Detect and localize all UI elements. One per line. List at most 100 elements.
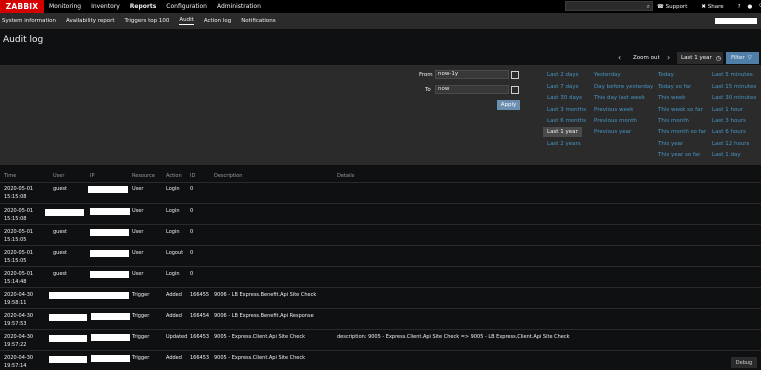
subnav-action-log[interactable]: Action log xyxy=(204,18,231,24)
row-id: 0 xyxy=(190,250,194,256)
nav-inventory[interactable]: Inventory xyxy=(91,3,120,10)
quick-last-3-months[interactable]: Last 3 months xyxy=(547,107,586,113)
row-resource: User xyxy=(132,250,144,256)
top-bar: ZABBIX Monitoring Inventory Reports Conf… xyxy=(0,0,761,13)
filter-tab[interactable]: Filter ▽ xyxy=(726,52,759,64)
quick-day-before-yesterday[interactable]: Day before yesterday xyxy=(594,84,653,90)
row-time: 15:15:05 xyxy=(4,258,27,264)
to-input[interactable]: now xyxy=(435,85,509,94)
quick-this-day-last-week[interactable]: This day last week xyxy=(594,95,645,101)
help-icon[interactable]: ? xyxy=(738,4,741,10)
quick-this-year-so-far[interactable]: This year so far xyxy=(658,152,701,158)
quick-last-6-hours[interactable]: Last 6 hours xyxy=(712,129,746,135)
page-title: Audit log xyxy=(3,35,44,45)
clock-icon: ◷ xyxy=(715,54,721,62)
nav-configuration[interactable]: Configuration xyxy=(166,3,207,10)
redacted-ip xyxy=(91,355,130,362)
quick-last-12-hours[interactable]: Last 12 hours xyxy=(712,141,749,147)
row-action: Added xyxy=(166,355,182,361)
quick-this-month[interactable]: This month xyxy=(658,118,689,124)
quick-last-1-year[interactable]: Last 1 year xyxy=(543,127,582,137)
quick-this-week[interactable]: This week xyxy=(658,95,685,101)
quick-last-6-months[interactable]: Last 6 months xyxy=(547,118,586,124)
column-id: ID xyxy=(190,173,196,179)
filter-label: Filter xyxy=(731,55,745,61)
quick-last-30-minutes[interactable]: Last 30 minutes xyxy=(712,95,756,101)
quick-last-5-minutes[interactable]: Last 5 minutes xyxy=(712,72,753,78)
row-action: Login xyxy=(166,208,180,214)
quick-this-week-so-far[interactable]: This week so far xyxy=(658,107,703,113)
row-date: 2020-04-30 xyxy=(4,313,34,319)
redacted-box xyxy=(715,18,757,24)
global-search-input[interactable]: ⌕ xyxy=(565,1,653,11)
support-link[interactable]: ☎ Support xyxy=(657,4,694,10)
nav-administration[interactable]: Administration xyxy=(217,3,261,10)
table-header: Time User IP Resource Action ID Descript… xyxy=(0,170,761,180)
row-date: 2020-05-01 xyxy=(4,229,34,235)
quick-last-2-years[interactable]: Last 2 years xyxy=(547,141,581,147)
row-id: 166453 xyxy=(190,334,210,340)
row-user: guest xyxy=(53,229,67,235)
chevron-left-icon[interactable]: ‹ xyxy=(618,53,621,62)
calendar-icon[interactable] xyxy=(511,71,519,79)
row-description: 9006 - LB Express.Benefit.Api Site Check xyxy=(214,292,317,298)
quick-last-2-days[interactable]: Last 2 days xyxy=(547,72,578,78)
share-link[interactable]: ✖ Share xyxy=(701,4,730,10)
quick-previous-year[interactable]: Previous year xyxy=(594,129,631,135)
quick-today-so-far[interactable]: Today so far xyxy=(658,84,691,90)
time-filter-bar: ‹ Zoom out › Last 1 year ◷ Filter ▽ xyxy=(0,51,761,65)
redacted-user xyxy=(49,356,87,363)
quick-last-15-minutes[interactable]: Last 15 minutes xyxy=(712,84,756,90)
quick-last-7-days[interactable]: Last 7 days xyxy=(547,84,578,90)
table-row: 2020-05-01 15:15:08 User Login 0 xyxy=(0,203,761,223)
zoom-out-button[interactable]: Zoom out xyxy=(633,55,660,61)
quick-this-month-so-far[interactable]: This month so far xyxy=(658,129,706,135)
time-period-tab[interactable]: Last 1 year ◷ xyxy=(677,52,723,64)
row-action: Updated xyxy=(166,334,188,340)
row-action: Added xyxy=(166,292,182,298)
quick-yesterday[interactable]: Yesterday xyxy=(594,72,621,78)
search-icon[interactable]: ⌕ xyxy=(647,2,650,11)
row-date: 2020-05-01 xyxy=(4,186,34,192)
nav-monitoring[interactable]: Monitoring xyxy=(49,3,81,10)
row-time: 15:15:05 xyxy=(4,237,27,243)
from-input[interactable]: now-1y xyxy=(435,70,509,79)
quick-last-1-hour[interactable]: Last 1 hour xyxy=(712,107,743,113)
row-user: guest xyxy=(53,271,67,277)
redacted-ip xyxy=(90,208,130,215)
subnav-availability-report[interactable]: Availability report xyxy=(66,18,115,24)
redacted-user-ip xyxy=(49,292,129,299)
quick-last-3-hours[interactable]: Last 3 hours xyxy=(712,118,746,124)
row-time: 19:57:22 xyxy=(4,342,27,348)
sub-nav: System information Availability report T… xyxy=(0,13,761,29)
subnav-notifications[interactable]: Notifications xyxy=(241,18,275,24)
from-label: From xyxy=(419,72,433,78)
quick-last-30-days[interactable]: Last 30 days xyxy=(547,95,582,101)
quick-last-1-day[interactable]: Last 1 day xyxy=(712,152,741,158)
user-profile-icon[interactable]: ● xyxy=(748,4,753,10)
row-date: 2020-04-30 xyxy=(4,355,34,361)
subnav-triggers-top-100[interactable]: Triggers top 100 xyxy=(125,18,170,24)
nav-reports[interactable]: Reports xyxy=(130,3,157,10)
calendar-icon[interactable] xyxy=(511,86,519,94)
row-id: 166454 xyxy=(190,313,210,319)
row-date: 2020-04-30 xyxy=(4,334,34,340)
subnav-audit[interactable]: Audit xyxy=(179,17,194,25)
subnav-system-information[interactable]: System information xyxy=(2,18,56,24)
chevron-right-icon[interactable]: › xyxy=(667,53,670,62)
row-time: 19:58:11 xyxy=(4,300,27,306)
quick-today[interactable]: Today xyxy=(658,72,674,78)
column-time[interactable]: Time xyxy=(4,173,16,179)
funnel-icon: ▽ xyxy=(747,55,752,61)
row-action: Login xyxy=(166,186,180,192)
row-description: 9006 - LB Express.Benefit.Api Response xyxy=(214,313,314,319)
apply-button[interactable]: Apply xyxy=(497,100,520,110)
debug-button[interactable]: Debug xyxy=(731,357,757,368)
quick-this-year[interactable]: This year xyxy=(658,141,683,147)
table-row: 2020-05-01 15:14:48 guest User Login 0 xyxy=(0,266,761,286)
redacted-ip xyxy=(91,334,130,341)
column-resource: Resource xyxy=(132,173,155,179)
quick-previous-month[interactable]: Previous month xyxy=(594,118,637,124)
zabbix-logo[interactable]: ZABBIX xyxy=(0,0,44,13)
quick-previous-week[interactable]: Previous week xyxy=(594,107,633,113)
